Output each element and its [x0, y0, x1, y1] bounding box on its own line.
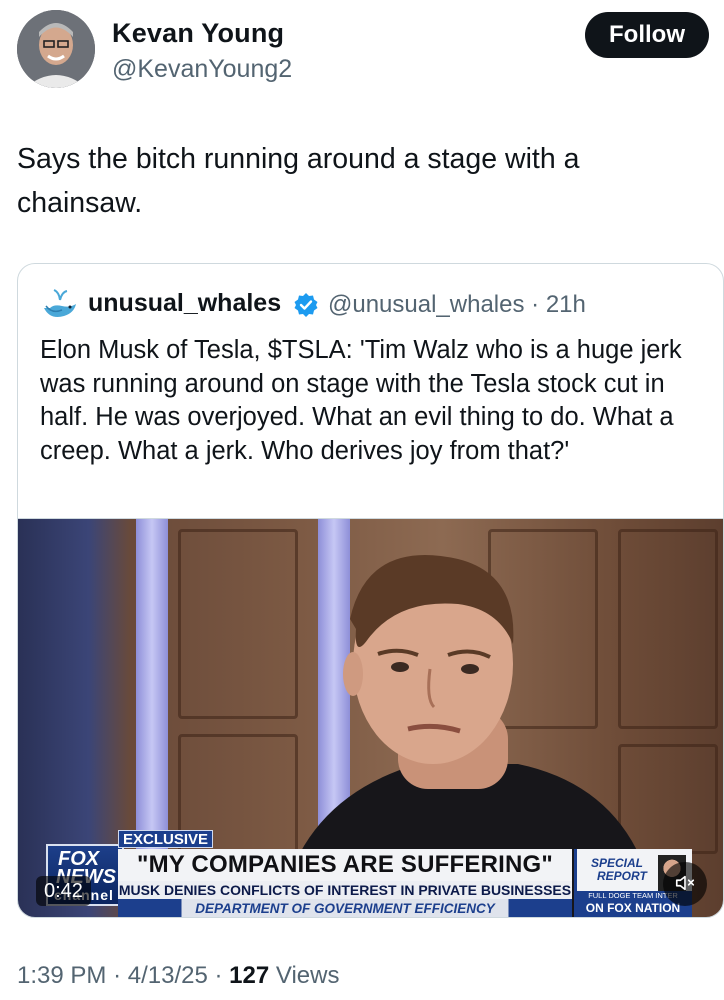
exclusive-tag: EXCLUSIVE [118, 830, 214, 848]
quoted-author-name[interactable]: unusual_whales [88, 289, 281, 318]
video-duration-badge: 0:42 [36, 876, 91, 906]
tweet-text: Says the bitch running around a stage wi… [17, 143, 580, 219]
quoted-handle-time: @unusual_whales · 21h [328, 291, 586, 318]
chyron-subline: MUSK DENIES CONFLICTS OF INTEREST IN PRI… [118, 881, 572, 899]
post-date: 4/13/25 [127, 962, 208, 989]
speaker-muted-icon [674, 872, 696, 897]
quoted-post[interactable]: unusual_whales @unusual_whales · 21h Elo… [17, 263, 724, 918]
chyron-headline: "MY COMPANIES ARE SUFFERING" [118, 849, 572, 881]
follow-button[interactable]: Follow [585, 12, 709, 58]
whale-logo-icon [40, 286, 80, 324]
chyron-ticker: DEPARTMENT OF GOVERNMENT EFFICIENCY [118, 899, 572, 917]
quoted-text: Elon Musk of Tesla, $TSLA: 'Tim Walz who… [40, 336, 682, 465]
video-player[interactable]: FOX NEWS channel EXCLUSIVE "MY COMPANIES… [18, 518, 723, 917]
special-line: SPECIAL [591, 856, 644, 870]
views-count[interactable]: 127 [229, 962, 269, 989]
meta-separator: · [214, 962, 230, 989]
meta-separator: · [113, 962, 128, 989]
views-label: Views [275, 962, 340, 989]
mute-toggle[interactable] [663, 862, 707, 906]
post-meta: 1:39 PM · 4/13/25 · 127 Views [17, 962, 339, 990]
author-display-name[interactable]: Kevan Young [112, 18, 284, 49]
news-chyron: FOX NEWS channel EXCLUSIVE "MY COMPANIES… [18, 830, 723, 917]
special-line: REPORT [597, 869, 647, 883]
verified-badge-icon [293, 292, 319, 318]
author-avatar[interactable] [17, 10, 95, 88]
author-handle[interactable]: @KevanYoung2 [112, 55, 292, 84]
post-time: 1:39 PM [17, 962, 107, 989]
